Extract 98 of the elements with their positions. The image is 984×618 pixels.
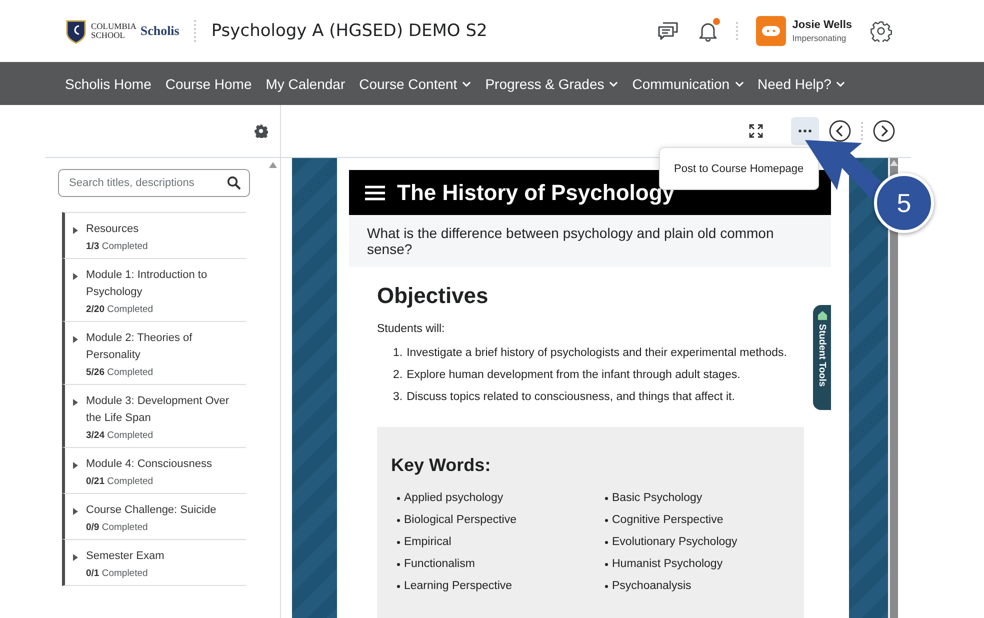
module-title: Module 2: Theories of Personality [86,331,194,363]
key-word: Evolutionary Psychology [612,536,738,548]
nav-link[interactable]: Need Help? [758,76,846,92]
module-status: Completed [107,367,154,378]
bullet [605,562,608,566]
logo-text: COLUMBIA [91,22,136,31]
section-heading: Key Words: [391,455,492,476]
chat-icon[interactable] [656,20,680,42]
bullet [605,540,608,544]
bullet [397,584,400,588]
key-word: Biological Perspective [404,514,517,526]
key-word: Applied psychology [404,492,504,504]
module-count: 0/21 [86,476,104,487]
logo-text: SCHOOL [91,31,126,40]
module-item[interactable]: Module 1: Introduction to Psychology 2/20 Completed [62,258,246,321]
settings-icon[interactable] [870,20,892,42]
bullet [397,518,400,522]
module-count: 0/9 [86,522,100,533]
module-status: Completed [102,568,148,579]
module-title: Module 4: Consciousness [86,457,212,472]
bullet [605,518,608,522]
objective-text: Discuss topics related to consciousness, and things that affect it. [406,391,735,403]
crest-icon [65,18,87,44]
nav-link[interactable]: Course Content [359,76,472,92]
bullet [605,584,608,588]
module-item[interactable]: Module 2: Theories of Personality 5/26 Completed [62,321,246,384]
more-icon [798,129,812,133]
module-title: Course Challenge: Suicide [86,503,216,518]
module-title: Semester Exam [86,549,164,564]
caret-right-icon[interactable] [73,508,78,515]
scroll-up-icon[interactable] [890,160,898,166]
key-word: Psychoanalysis [612,580,692,592]
menu-item[interactable]: Post to Course Homepage [674,162,804,174]
nav-link[interactable]: My Calendar [266,76,346,92]
next-icon[interactable] [873,120,895,142]
nav-link[interactable]: Scholis Home [65,76,152,92]
nav-link[interactable]: Progress & Grades [485,76,618,92]
module-title: Module 3: Development Over the Life Span [86,394,230,426]
settings-icon[interactable] [254,124,268,138]
mask-icon [762,26,780,36]
module-title: Resources [86,222,140,237]
module-item[interactable]: Module 4: Consciousness 0/21 Completed [62,447,246,493]
key-word: Empirical [404,536,452,548]
list-number: 3. [393,391,403,403]
search-icon[interactable] [227,176,241,190]
question-text: What is the difference between psychology and plain old common sense? [349,215,831,267]
key-word: Learning Perspective [404,580,512,592]
module-item[interactable]: Course Challenge: Suicide 0/9 Completed [62,493,246,539]
nav-link[interactable]: Course Home [165,76,252,92]
module-status: Completed [102,522,148,533]
document-title: The History of Psychology [397,180,674,206]
section-heading: Objectives [377,283,490,309]
user-role: Impersonating [792,33,848,43]
house-icon [818,311,826,320]
module-status: Completed [107,476,154,487]
student-tools-tab[interactable]: Student Tools [813,305,831,410]
caret-right-icon[interactable] [73,336,78,343]
search-field[interactable]: Search titles, descriptions [58,169,250,197]
list-number: 1. [393,347,403,359]
key-word: Cognitive Perspective [612,514,724,526]
list-number: 2. [393,369,403,381]
caret-right-icon[interactable] [73,227,78,234]
module-count: 3/24 [86,430,104,441]
module-count: 2/20 [86,304,104,315]
module-count: 1/3 [86,241,100,252]
module-count: 5/26 [86,367,104,378]
caret-right-icon[interactable] [73,399,78,406]
caret-right-icon[interactable] [73,273,78,280]
user-name: Josie Wells [792,19,852,31]
module-item[interactable]: Module 3: Development Over the Life Span 3/24 Completed [62,384,246,447]
course-title: Psychology A (HGSED) DEMO S2 [211,21,488,41]
caret-right-icon[interactable] [73,462,78,469]
more-button[interactable] [791,117,819,145]
scroll-up-icon[interactable] [269,162,277,168]
module-item[interactable]: Resources 1/3 Completed [62,212,246,258]
bullet [397,540,400,544]
objective-text: Investigate a brief history of psychologists and their experimental methods. [406,347,787,359]
bullet [605,496,608,500]
caret-right-icon[interactable] [73,554,78,561]
module-count: 0/1 [86,568,100,579]
bullet [397,496,400,500]
module-title: Module 1: Introduction to Psychology [86,268,208,300]
module-status: Completed [107,304,154,315]
module-item[interactable]: Semester Exam 0/1 Completed [62,539,246,586]
menu-icon[interactable] [365,184,385,200]
objective-text: Explore human development from the infant through adult stages. [406,369,740,381]
avatar[interactable] [756,16,786,46]
key-word: Humanist Psychology [612,558,723,570]
fullscreen-icon[interactable] [749,124,763,138]
nav-link[interactable]: Communication [632,76,744,92]
key-word: Functionalism [404,558,475,570]
previous-icon[interactable] [829,120,851,142]
module-status: Completed [107,430,154,441]
key-word: Basic Psychology [612,492,702,504]
logo-brand: Scholis [140,23,180,39]
module-status: Completed [102,241,148,252]
bullet [397,562,400,566]
step-number: 5 [874,173,934,233]
